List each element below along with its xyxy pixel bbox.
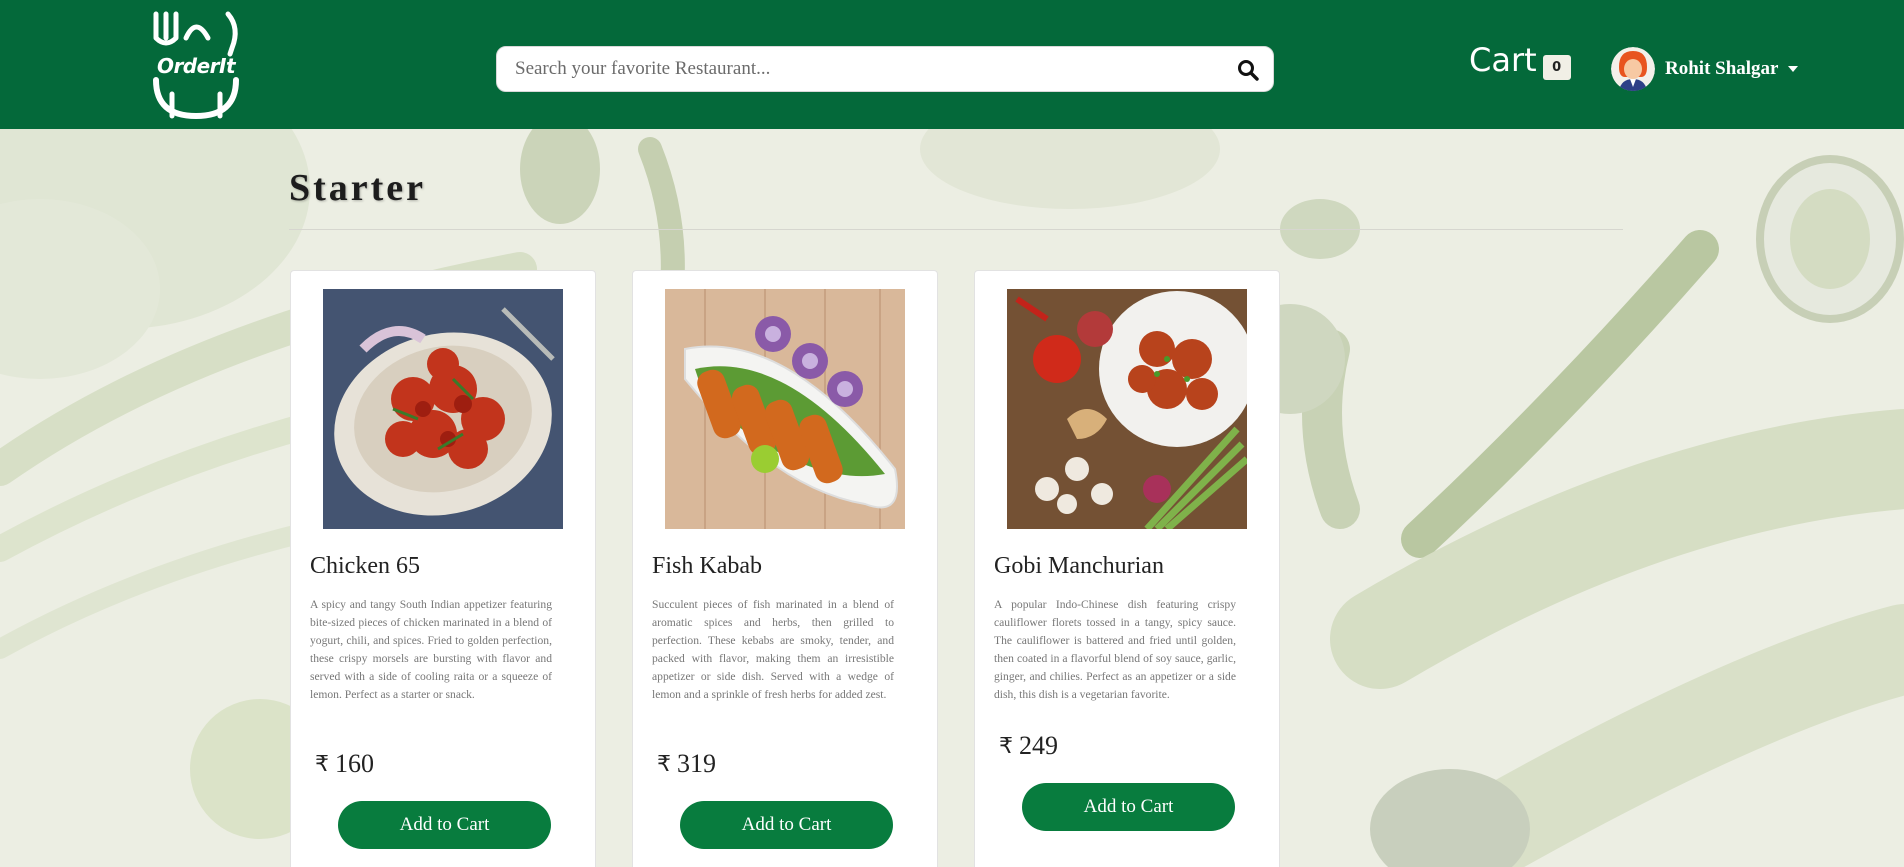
rupee-icon: ₹ [315,751,329,777]
menu-item-name: Fish Kabab [652,553,762,579]
food-image [1007,289,1247,529]
search-icon[interactable] [1237,59,1259,81]
cart-link[interactable]: Cart 0 [1469,40,1571,84]
logo-text: OrderIt [156,54,236,78]
menu-item-name: Gobi Manchurian [994,553,1164,579]
cart-count-badge: 0 [1542,55,1571,80]
menu-item-price: ₹ 249 [999,731,1058,761]
price-value: 249 [1019,731,1058,760]
menu-item-description: A spicy and tangy South Indian appetizer… [310,598,552,701]
menu-item-card: Chicken 65 A spicy and tangy South India… [290,270,596,867]
rupee-icon: ₹ [999,733,1013,759]
avatar [1611,47,1655,91]
price-value: 319 [677,749,716,778]
menu-item-name: Chicken 65 [310,553,420,579]
user-name: Rohit Shalgar [1665,58,1779,79]
price-value: 160 [335,749,374,778]
section-title: Starter [289,167,427,209]
menu-item-price: ₹ 319 [657,749,716,779]
orderit-logo[interactable]: OrderIt [146,8,246,120]
menu-item-description: A popular Indo-Chinese dish featuring cr… [994,598,1236,701]
menu-item-description: Succulent pieces of fish marinated in a … [652,598,894,701]
add-to-cart-button[interactable]: Add to Cart [338,801,551,849]
rupee-icon: ₹ [657,751,671,777]
cart-label: Cart [1469,41,1537,79]
user-menu-toggle[interactable]: Rohit Shalgar [1611,47,1798,91]
add-to-cart-button[interactable]: Add to Cart [680,801,893,849]
search-bar [496,46,1274,92]
menu-item-card: Fish Kabab Succulent pieces of fish mari… [632,270,938,867]
chevron-down-icon [1787,66,1798,72]
top-navbar: OrderIt Cart 0 Rohit Shalgar [0,0,1904,129]
vegetable-background [0,129,1904,867]
section-divider [289,229,1623,230]
add-to-cart-button[interactable]: Add to Cart [1022,783,1235,831]
search-input[interactable] [515,47,1215,91]
food-image [665,289,905,529]
menu-item-card: Gobi Manchurian A popular Indo-Chinese d… [974,270,1280,867]
menu-item-price: ₹ 160 [315,749,374,779]
food-image [323,289,563,529]
